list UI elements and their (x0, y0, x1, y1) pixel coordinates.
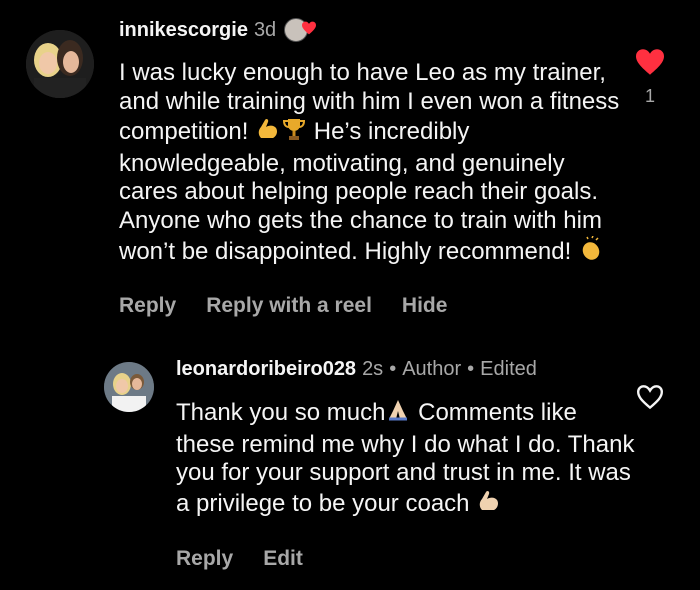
edited-label: Edited (480, 358, 537, 380)
heart-icon (302, 21, 317, 35)
timestamp: 2s (362, 358, 384, 380)
separator-dot: • (389, 358, 397, 380)
username[interactable]: innikescorgie (119, 19, 248, 42)
avatar[interactable] (26, 30, 94, 98)
comment-header: leonardoribeiro028 2s • Author • Edited (176, 358, 537, 381)
reply-button[interactable]: Reply (176, 547, 233, 571)
like-column: 1 (632, 48, 668, 107)
reply-button[interactable]: Reply (119, 294, 176, 318)
comment-text: I was lucky enough to have Leo as my tra… (119, 59, 629, 269)
reply-with-reel-button[interactable]: Reply with a reel (206, 294, 372, 318)
clapping-hands-emoji (578, 235, 604, 270)
trophy-emoji (281, 116, 307, 150)
username[interactable]: leonardoribeiro028 (176, 358, 356, 381)
like-count[interactable]: 1 (645, 86, 655, 107)
avatar[interactable] (104, 362, 154, 412)
heart-outline-icon[interactable] (635, 384, 665, 410)
author-label: Author (402, 358, 462, 380)
author-liked-badge (284, 18, 317, 42)
flexed-biceps-emoji (476, 488, 502, 522)
comment-text: Thank you so much Comments like these re… (176, 397, 636, 521)
comment-leonardoribeiro028: leonardoribeiro028 2s • Author • Edited … (0, 340, 700, 590)
comment-actions: Reply Edit (176, 547, 333, 571)
comment-header: innikescorgie 3d (119, 18, 317, 42)
comment-text-part: Thank you so much (176, 399, 386, 426)
timestamp: 3d (253, 18, 277, 41)
folded-hands-emoji (385, 397, 411, 431)
separator-dot: • (467, 358, 475, 380)
like-column (632, 384, 668, 410)
comment-innikescorgie: innikescorgie 3d I was lucky enough to h… (0, 0, 700, 340)
hide-button[interactable]: Hide (402, 294, 448, 318)
comment-actions: Reply Reply with a reel Hide (119, 294, 477, 318)
edit-button[interactable]: Edit (263, 547, 303, 571)
flexed-biceps-emoji (255, 116, 281, 150)
heart-filled-icon[interactable] (634, 48, 666, 76)
